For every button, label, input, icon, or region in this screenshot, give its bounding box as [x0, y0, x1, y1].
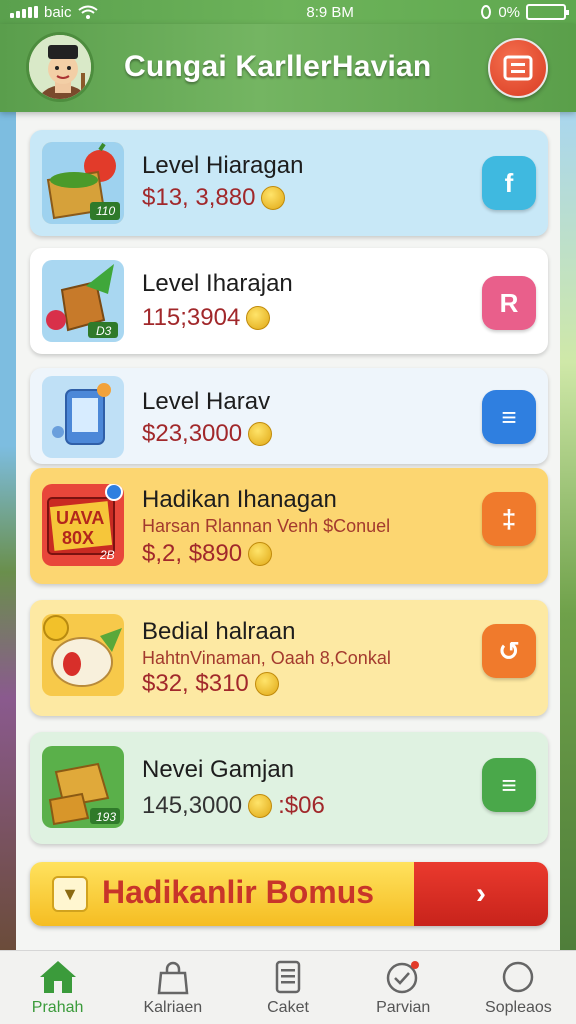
item-price-value: $,2, $890: [142, 540, 243, 567]
receipt-icon: [275, 960, 301, 994]
target-icon: [386, 961, 420, 994]
item-price-value: $23,3000: [142, 420, 243, 447]
bonus-arrow-button[interactable]: ›: [414, 862, 548, 926]
crates-icon: 193: [42, 746, 124, 828]
carrier-label: baic: [44, 3, 72, 21]
item-name: Nevei Gamjan: [142, 756, 295, 783]
item-price-suffix: :$06: [278, 792, 325, 819]
battery-icon: [526, 4, 569, 20]
nav-item-more[interactable]: Sopleaos: [461, 951, 576, 1024]
bag-icon: [157, 961, 189, 995]
item-action-button[interactable]: ‡: [482, 492, 536, 546]
basket-icon: 110: [42, 142, 124, 224]
nav-label: Prahah: [31, 999, 84, 1016]
nav-item-receipt[interactable]: Caket: [230, 951, 345, 1024]
bonus-banner[interactable]: ▼ Hadikanlir Bomus ›: [30, 862, 548, 926]
nav-label: Parvian: [376, 999, 431, 1016]
box-label-top: UAVA: [56, 508, 104, 528]
coin-icon: [248, 542, 273, 566]
box-label-bottom: 80X: [62, 528, 94, 548]
circle-icon: [503, 961, 534, 993]
nav-item-home[interactable]: Prahah: [0, 951, 115, 1024]
item-price: $23,3000: [142, 420, 273, 448]
item-badge: 193: [96, 810, 117, 824]
status-time: 8:9 BM: [306, 3, 354, 21]
list-item[interactable]: D3 Level Iharajan 115;3904 R: [30, 248, 548, 354]
item-action-button[interactable]: ≡: [482, 390, 536, 444]
item-badge: D3: [96, 324, 112, 338]
item-price-value: 115;3904: [142, 304, 241, 331]
item-name: Level Hiaragan: [142, 152, 304, 179]
item-badge: 2B: [100, 548, 115, 562]
item-action-button[interactable]: f: [482, 156, 536, 210]
item-price-value: 145,3000: [142, 792, 243, 819]
crate-icon: D3: [42, 260, 124, 342]
list-item[interactable]: Bedial halraan HahtnVinaman, Oaah 8,Conk…: [30, 600, 548, 716]
home-icon: [39, 961, 76, 993]
app-title: Cungai KarllerHavian: [124, 50, 432, 83]
item-price: $32, $310: [142, 670, 279, 698]
item-name: Bedial halraan: [142, 618, 296, 645]
list-icon: [503, 55, 533, 81]
item-price: $13, 3,880: [142, 184, 286, 212]
status-bar: baic 8:9 BM 0%: [0, 0, 576, 24]
bonus-label: Hadikanlir Bomus: [102, 874, 375, 910]
nav-label: Caket: [267, 999, 309, 1016]
wifi-icon: [77, 5, 98, 19]
item-badge: 110: [96, 204, 116, 218]
list-item[interactable]: UAVA 80X 2B Hadikan Ihanagan Harsan Rlan…: [30, 468, 548, 584]
nav-label: Kalriaen: [143, 999, 203, 1016]
battery-percent: 0%: [498, 3, 520, 21]
list-item[interactable]: Level Harav $23,3000 ≡: [30, 368, 548, 464]
coin-icon: [254, 672, 279, 696]
chef-avatar-icon: [29, 35, 91, 99]
item-price: 115;3904: [142, 304, 271, 332]
item-action-button[interactable]: ≡: [482, 758, 536, 812]
box-icon: UAVA 80X 2B: [42, 484, 124, 566]
menu-button[interactable]: [488, 38, 548, 98]
nav-label: Sopleaos: [485, 999, 552, 1016]
gift-icon: ▼: [52, 876, 88, 912]
signal-icon: [10, 6, 38, 18]
coin-icon: [246, 306, 271, 330]
item-name: Hadikan Ihanagan: [142, 486, 337, 513]
item-price: 145,3000 :$06: [142, 792, 325, 820]
item-subtitle: HahtnVinaman, Oaah 8,Conkal: [142, 648, 391, 668]
item-name: Level Iharajan: [142, 270, 293, 297]
list-item[interactable]: 193 Nevei Gamjan 145,3000 :$06 ≡: [30, 732, 548, 844]
alarm-icon: [481, 5, 492, 19]
vegetable-icon: [42, 614, 124, 696]
tablet-icon: [42, 376, 124, 458]
coin-icon: [261, 186, 286, 210]
coin-icon: [248, 422, 273, 446]
item-price: $,2, $890: [142, 540, 273, 568]
item-price-value: $32, $310: [142, 670, 249, 697]
nav-item-bag[interactable]: Kalriaen: [115, 951, 230, 1024]
coin-icon: [248, 794, 273, 818]
avatar[interactable]: [26, 32, 94, 102]
bottom-nav: Prahah Kalriaen Caket Parvian Sopleaos: [0, 950, 576, 1024]
item-subtitle: Harsan Rlannan Venh $Conuel: [142, 516, 391, 536]
item-price-value: $13, 3,880: [142, 184, 256, 211]
list-item[interactable]: 110 Level Hiaragan $13, 3,880 f: [30, 130, 548, 236]
item-action-button[interactable]: R: [482, 276, 536, 330]
item-action-button[interactable]: ↺: [482, 624, 536, 678]
item-name: Level Harav: [142, 388, 271, 415]
app-header: Cungai KarllerHavian: [0, 24, 576, 112]
nav-item-target[interactable]: Parvian: [346, 951, 461, 1024]
